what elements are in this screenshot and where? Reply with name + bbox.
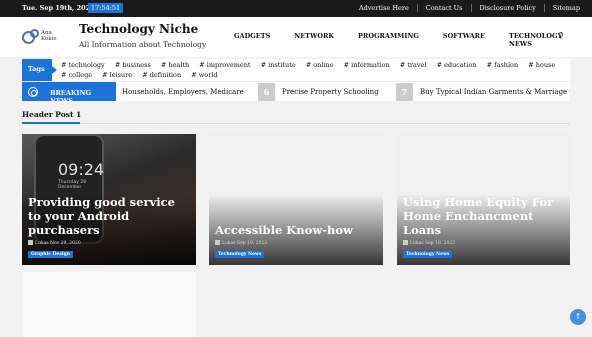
tag-list: # technology # business # health # impro… [61, 60, 566, 80]
tags-bar: Tags # technology # business # health # … [22, 59, 570, 81]
post-card[interactable]: Accessible Know-how Lukas Sep 19, 2023 T… [209, 134, 383, 265]
tag-link[interactable]: # institute [261, 60, 296, 70]
small-gear-icon [30, 29, 39, 38]
post-card-placeholder [22, 272, 196, 337]
category-badge[interactable]: Technology News [403, 251, 453, 258]
ticker-number: 7 [396, 83, 413, 101]
section-divider [22, 122, 570, 124]
tag-link[interactable]: # online [306, 60, 334, 70]
tag-link[interactable]: # technology [61, 60, 105, 70]
main-nav: GADGETS NETWORK PROGRAMMING SOFTWARE TEC… [234, 32, 592, 48]
post-title[interactable]: Accessible Know-how [215, 223, 377, 237]
top-bar: Tue. Sep 19th, 2023 17:54:51 Advertise H… [0, 0, 592, 17]
nav-gadgets[interactable]: GADGETS [234, 32, 270, 48]
post-meta: Lukas Sep 19, 2023 [215, 240, 267, 246]
tag-link[interactable]: # house [528, 60, 555, 70]
post-card[interactable]: Using Home Equity For Home Enchancment L… [397, 134, 570, 265]
search-icon[interactable]: ⚲ [558, 31, 564, 40]
tags-label: Tags [22, 59, 57, 81]
category-badge[interactable]: Technology News [215, 251, 265, 258]
broadcast-icon [28, 87, 38, 97]
sitemap-link[interactable]: Sitemap [543, 4, 588, 12]
breaking-news-ticker: BREAKING NEWS Households, Employers, Med… [22, 81, 570, 101]
tag-link[interactable]: # leisure [102, 70, 132, 80]
post-meta: Lukas Sep 18, 2023 [403, 240, 455, 246]
section-title: Header Post 1 [22, 110, 82, 119]
current-time: 17:54:51 [88, 3, 124, 13]
post-card[interactable]: 09:24 Thursday 28 December Providing goo… [22, 134, 196, 265]
site-logo[interactable]: Ana Kokie [22, 29, 64, 45]
post-title[interactable]: Providing good service to your Android p… [28, 195, 190, 237]
post-meta: Lukas Nov 29, 2020 [28, 240, 81, 246]
tag-link[interactable]: # world [191, 70, 217, 80]
nav-programming[interactable]: PROGRAMMING [358, 32, 419, 48]
top-links: Advertise Here Contact Us Disclosure Pol… [351, 4, 588, 12]
tag-link[interactable]: # improvement [199, 60, 250, 70]
tag-link[interactable]: # definition [142, 70, 181, 80]
ticker-number: 6 [258, 83, 275, 101]
nav-software[interactable]: SOFTWARE [443, 32, 485, 48]
tag-link[interactable]: # fashion [487, 60, 519, 70]
tag-link[interactable]: # information [344, 60, 390, 70]
category-badge[interactable]: Graphic Design [28, 251, 73, 258]
current-date: Tue. Sep 19th, 2023 [22, 4, 95, 12]
disclosure-link[interactable]: Disclosure Policy [470, 4, 544, 12]
scroll-to-top-button[interactable]: ↑ [570, 309, 586, 325]
tag-link[interactable]: # travel [400, 60, 427, 70]
tag-link[interactable]: # college [61, 70, 92, 80]
breaking-news-label: BREAKING NEWS [22, 82, 116, 101]
tag-link[interactable]: # health [161, 60, 189, 70]
post-title[interactable]: Using Home Equity For Home Enchancment L… [403, 195, 564, 237]
site-title[interactable]: Technology Niche [79, 22, 198, 36]
logo-text: Ana Kokie [41, 30, 57, 42]
contact-link[interactable]: Contact Us [416, 4, 471, 12]
tag-link[interactable]: # business [115, 60, 151, 70]
site-header: Ana Kokie Technology Niche All Informatio… [0, 17, 592, 57]
advertise-link[interactable]: Advertise Here [351, 4, 417, 12]
tag-link[interactable]: # education [437, 60, 477, 70]
nav-network[interactable]: NETWORK [294, 32, 334, 48]
site-description: All Information about Technology [79, 40, 207, 49]
